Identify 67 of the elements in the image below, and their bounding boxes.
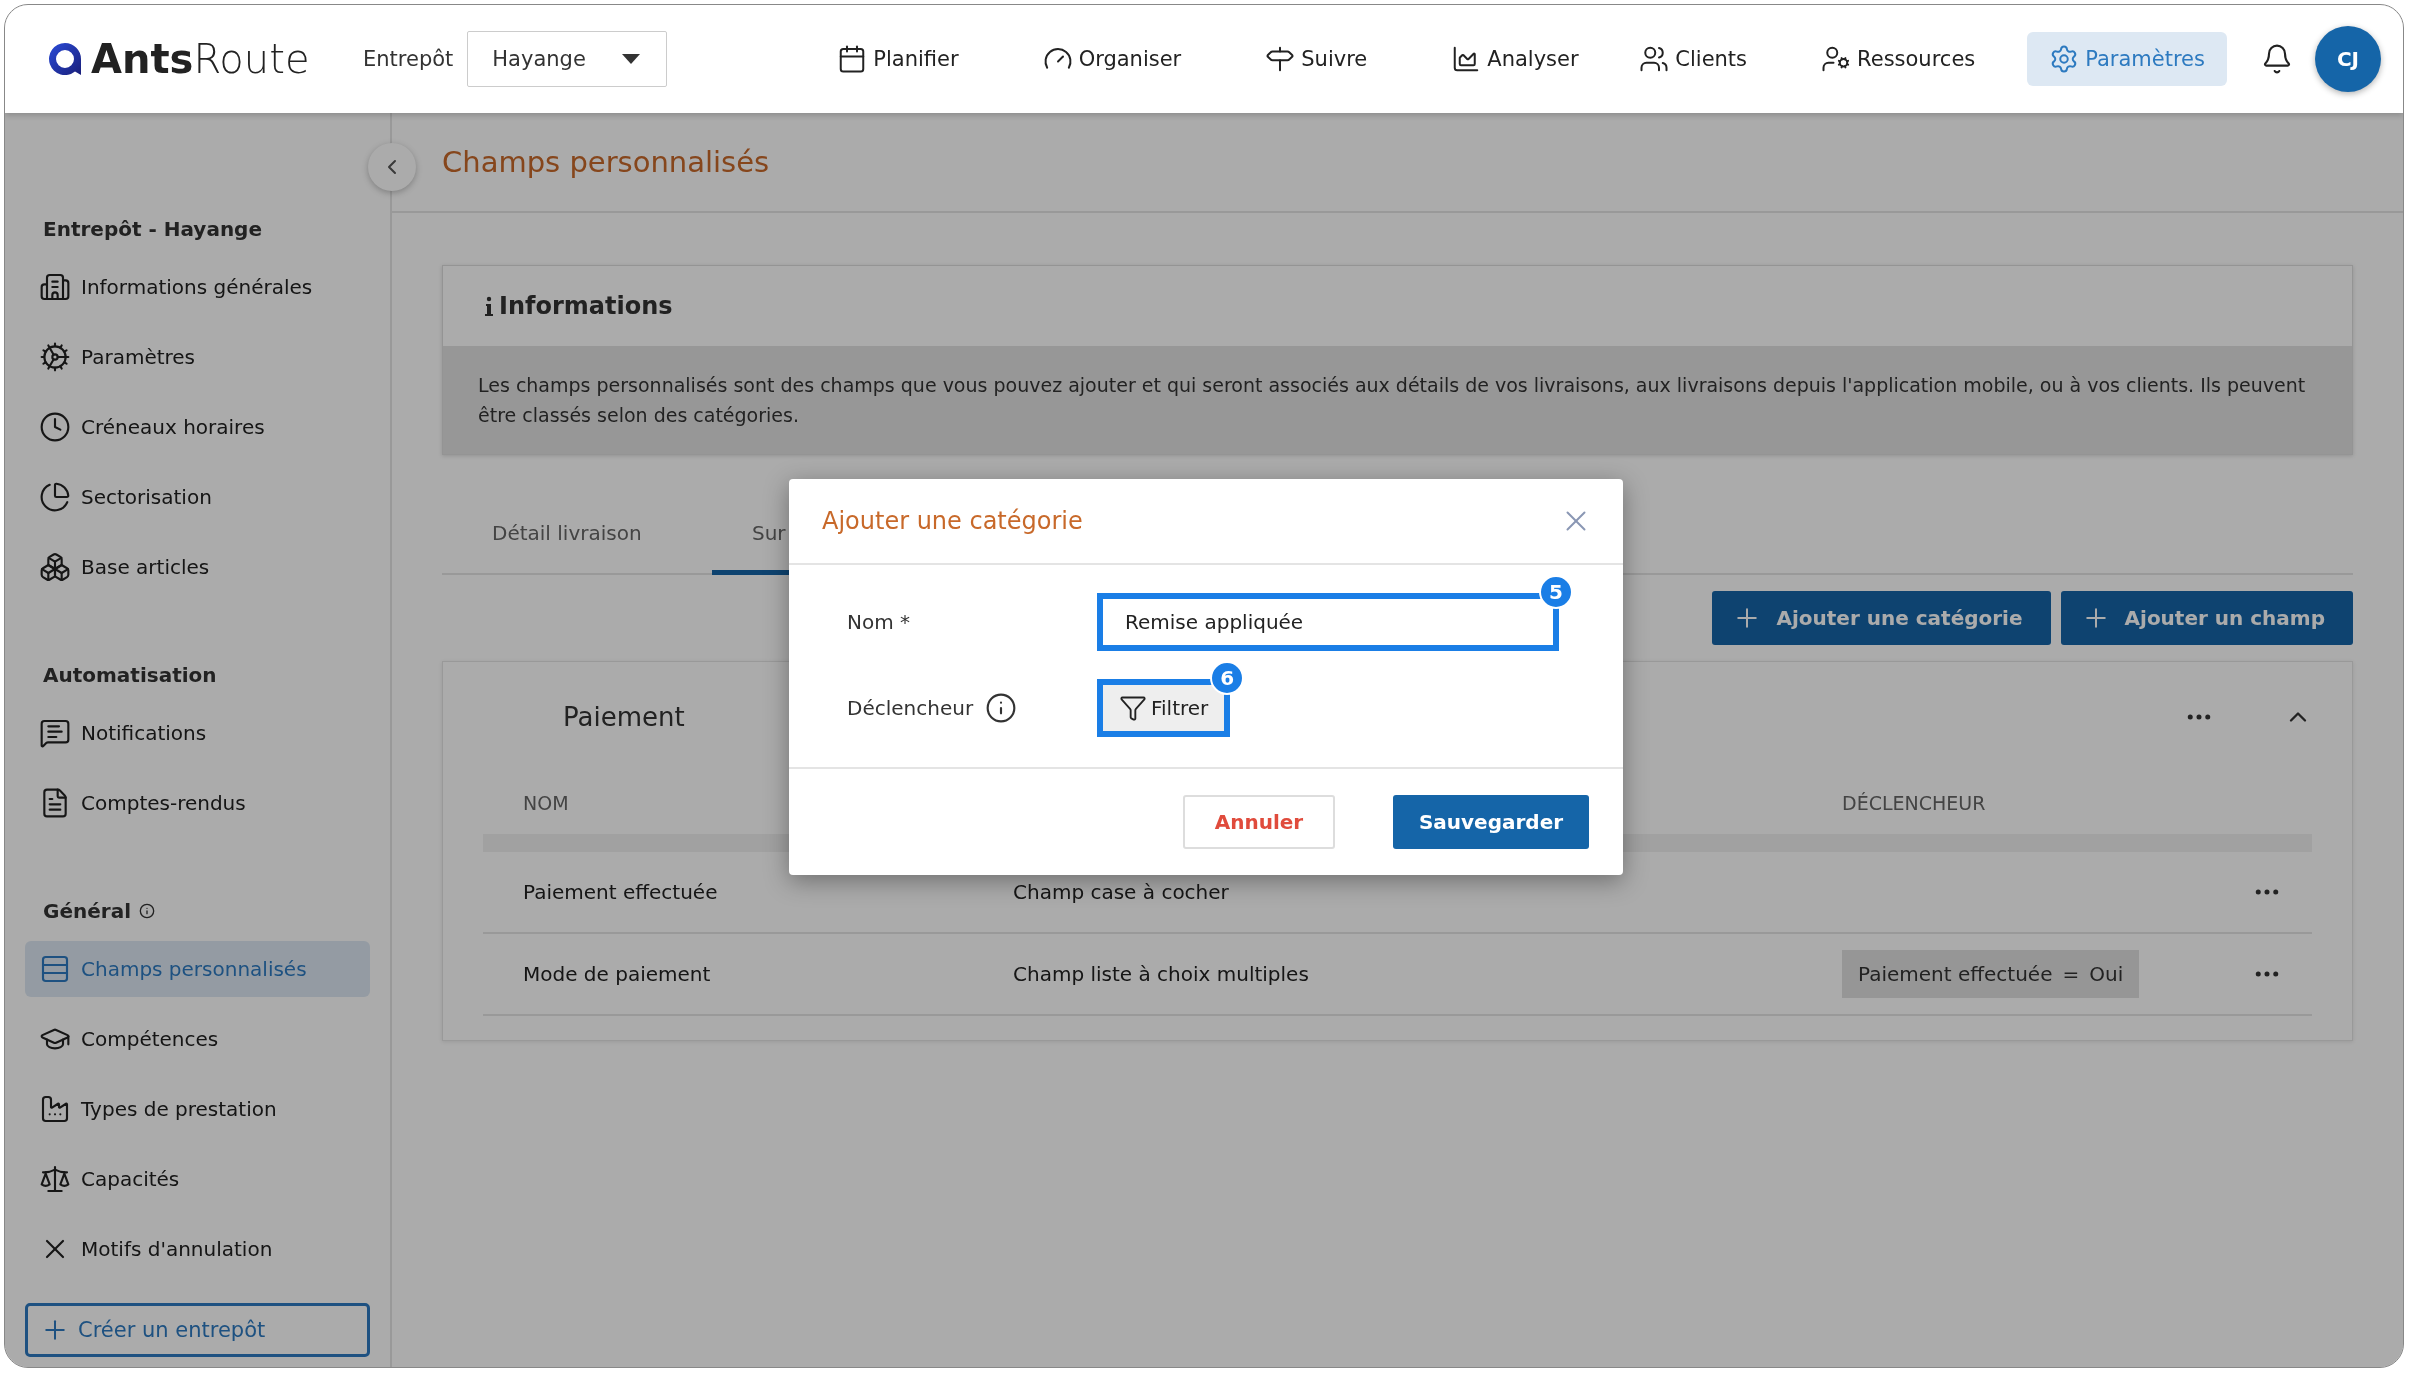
sidebar-section-title: Général: [43, 899, 131, 923]
scale-icon: [39, 1163, 71, 1195]
nav-item[interactable]: Analyser: [1429, 32, 1601, 86]
create-warehouse-button[interactable]: Créer un entrepôt: [25, 1303, 370, 1357]
info-icon[interactable]: [985, 692, 1018, 724]
add-button[interactable]: Ajouter une catégorie: [1712, 591, 2051, 645]
pie-chart-icon: [39, 481, 71, 513]
clock-icon: [39, 411, 71, 443]
step-badge: 5: [1539, 575, 1573, 609]
sidebar-item[interactable]: Types de prestation: [25, 1081, 370, 1137]
info-icon[interactable]: [139, 903, 155, 919]
sidebar-item[interactable]: Paramètres: [25, 329, 370, 385]
sidebar-item[interactable]: Compétences: [25, 1011, 370, 1067]
field-label: Déclencheur: [847, 696, 974, 720]
brand-name: AntsRoute: [91, 36, 310, 82]
sidebar-item[interactable]: Notifications: [25, 705, 370, 761]
sidebar-section-title: Automatisation: [43, 663, 217, 687]
dialog-title: Ajouter une catégorie: [822, 507, 1083, 535]
factory-icon: [39, 1093, 71, 1125]
sidebar-section-title: Entrepôt - Hayange: [43, 217, 262, 241]
sidebar-item[interactable]: Informations générales: [25, 259, 370, 315]
save-button[interactable]: Sauvegarder: [1393, 795, 1589, 849]
trigger-field: Paiement effectuée: [1858, 962, 2053, 986]
warehouse-label: Entrepôt: [363, 47, 454, 71]
rows-icon: [39, 953, 71, 985]
user-avatar[interactable]: CJ: [2315, 26, 2381, 92]
boxes-icon: [39, 551, 71, 583]
gear-icon: [39, 341, 71, 373]
building-icon: [39, 271, 71, 303]
table-cell-text: Mode de paiement: [523, 962, 712, 986]
sidebar-item[interactable]: Motifs d'annulation: [25, 1221, 370, 1277]
users-icon: [1639, 44, 1670, 74]
nav-item[interactable]: Organiser: [1020, 32, 1204, 86]
page-title: Champs personnalisés: [442, 145, 770, 179]
sidebar-item[interactable]: Base articles: [25, 539, 370, 595]
caret-icon: [622, 54, 641, 64]
column-header: NOM: [523, 792, 570, 814]
table-cell-text: Champ liste à choix multiples: [1013, 962, 1310, 986]
info-card-title: Informations: [499, 292, 673, 320]
field-label: Nom *: [847, 610, 911, 634]
sidebar-item[interactable]: Créneaux horaires: [25, 399, 370, 455]
trigger-operator: =: [2062, 962, 2080, 986]
message-icon: [39, 717, 71, 749]
step-badge: 6: [1210, 661, 1245, 695]
nav-item[interactable]: Planifier: [815, 32, 981, 86]
warehouse-select[interactable]: Hayange: [467, 31, 668, 87]
info-icon: [483, 295, 495, 317]
filter-icon: [1119, 694, 1147, 722]
nav-item[interactable]: Clients: [1617, 32, 1770, 86]
nav-item[interactable]: Paramètres: [2027, 32, 2227, 86]
tab[interactable]: Détail livraison: [452, 495, 712, 575]
table-cell-text: Paiement effectuée: [523, 880, 719, 904]
trigger-value: Oui: [2089, 962, 2124, 986]
nav-item[interactable]: Suivre: [1243, 32, 1390, 86]
add-button[interactable]: Ajouter un champ: [2060, 591, 2353, 645]
info-text: Les champs personnalisés sont des champs que vous pouvez ajouter et qui seront associés aux détails de vos livraisons, aux livraisons depuis l'application mobile, ou à vos clients. Ils peuvent être classés selon des catégories.: [443, 346, 2352, 454]
signpost-icon: [1265, 44, 1296, 74]
cancel-button[interactable]: Annuler: [1183, 795, 1335, 849]
sidebar-item[interactable]: Sectorisation: [25, 469, 370, 525]
sidebar-item[interactable]: Comptes-rendus: [25, 775, 370, 831]
notification-bell-icon[interactable]: [2261, 43, 2293, 75]
category-name: Paiement: [563, 702, 685, 732]
column-header: DÉCLENCHEUR: [1842, 792, 1987, 814]
nav-item[interactable]: Ressources: [1799, 32, 1998, 86]
sidebar-item[interactable]: Capacités: [25, 1151, 370, 1207]
table-cell-text: Champ case à cocher: [1013, 880, 1230, 904]
user-gear-icon: [1821, 44, 1852, 74]
